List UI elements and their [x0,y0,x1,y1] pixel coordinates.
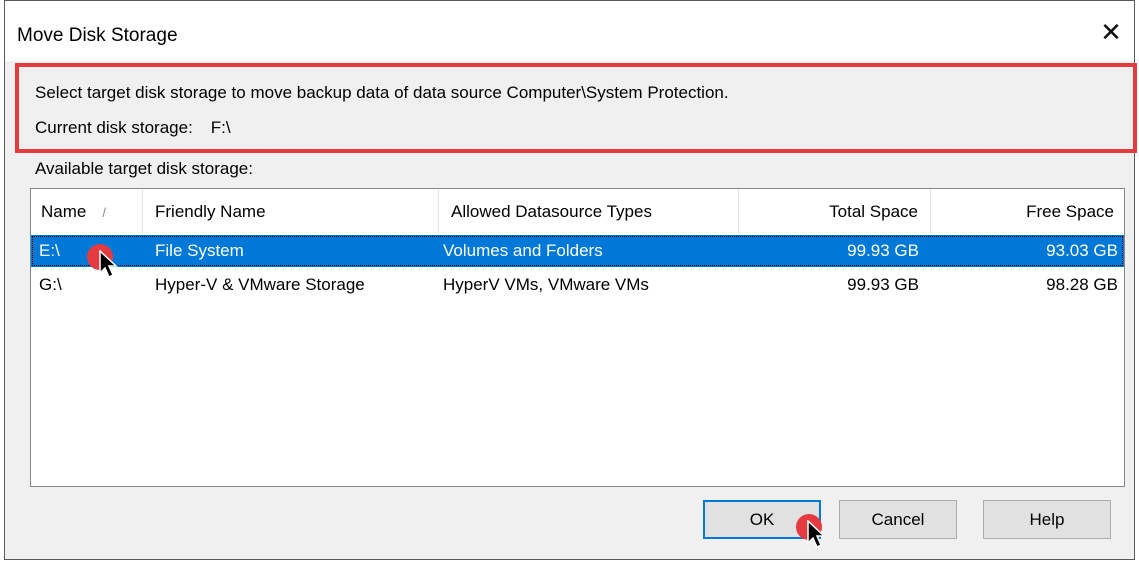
row-total-space: 99.93 GB [847,275,919,294]
row-friendly-name: Hyper-V & VMware Storage [155,275,365,294]
column-friendly-name-label: Friendly Name [155,202,266,221]
close-icon[interactable]: ✕ [1088,9,1134,55]
window-title: Move Disk Storage [17,25,178,46]
cancel-button[interactable]: Cancel [839,500,957,539]
row-free-space: 93.03 GB [1046,241,1118,260]
help-button[interactable]: Help [983,500,1111,539]
disk-storage-list[interactable]: Name / Friendly Name Allowed Datasource T… [30,188,1125,487]
column-header-allowed-types[interactable]: Allowed Datasource Types [439,189,739,234]
table-row[interactable]: E:\ File System Volumes and Folders 99.9… [31,235,1124,267]
column-free-space-label: Free Space [1026,202,1114,221]
column-name-label: Name [41,202,87,221]
row-friendly-name: File System [155,241,244,260]
row-name: G:\ [39,275,62,294]
column-allowed-types-label: Allowed Datasource Types [451,202,652,221]
row-allowed-types: Volumes and Folders [443,241,603,260]
mouse-cursor-icon [807,520,826,549]
row-total-space: 99.93 GB [847,241,919,260]
current-disk-storage: Current disk storage: F:\ [35,118,231,138]
table-row[interactable]: G:\ Hyper-V & VMware Storage HyperV VMs,… [31,269,1124,301]
available-storage-label: Available target disk storage: [35,159,253,178]
row-free-space: 98.28 GB [1046,275,1118,294]
current-disk-storage-label: Current disk storage: [35,118,193,137]
info-highlight-box: Select target disk storage to move backu… [15,63,1137,153]
column-header-total-space[interactable]: Total Space [739,189,931,234]
column-header-free-space[interactable]: Free Space [931,189,1124,234]
list-header: Name / Friendly Name Allowed Datasource T… [31,189,1124,234]
sort-indicator-icon: / [102,205,106,220]
column-header-friendly-name[interactable]: Friendly Name [143,189,439,234]
row-name: E:\ [39,241,60,260]
mouse-cursor-icon [99,250,118,279]
title-bar: Move Disk Storage ✕ [5,1,1134,61]
move-disk-storage-dialog: Move Disk Storage ✕ Select target disk s… [4,0,1137,560]
row-allowed-types: HyperV VMs, VMware VMs [443,275,649,294]
instruction-text: Select target disk storage to move backu… [35,83,729,102]
current-disk-storage-value: F:\ [210,118,231,137]
column-header-name[interactable]: Name / [31,189,143,234]
column-total-space-label: Total Space [829,202,918,221]
